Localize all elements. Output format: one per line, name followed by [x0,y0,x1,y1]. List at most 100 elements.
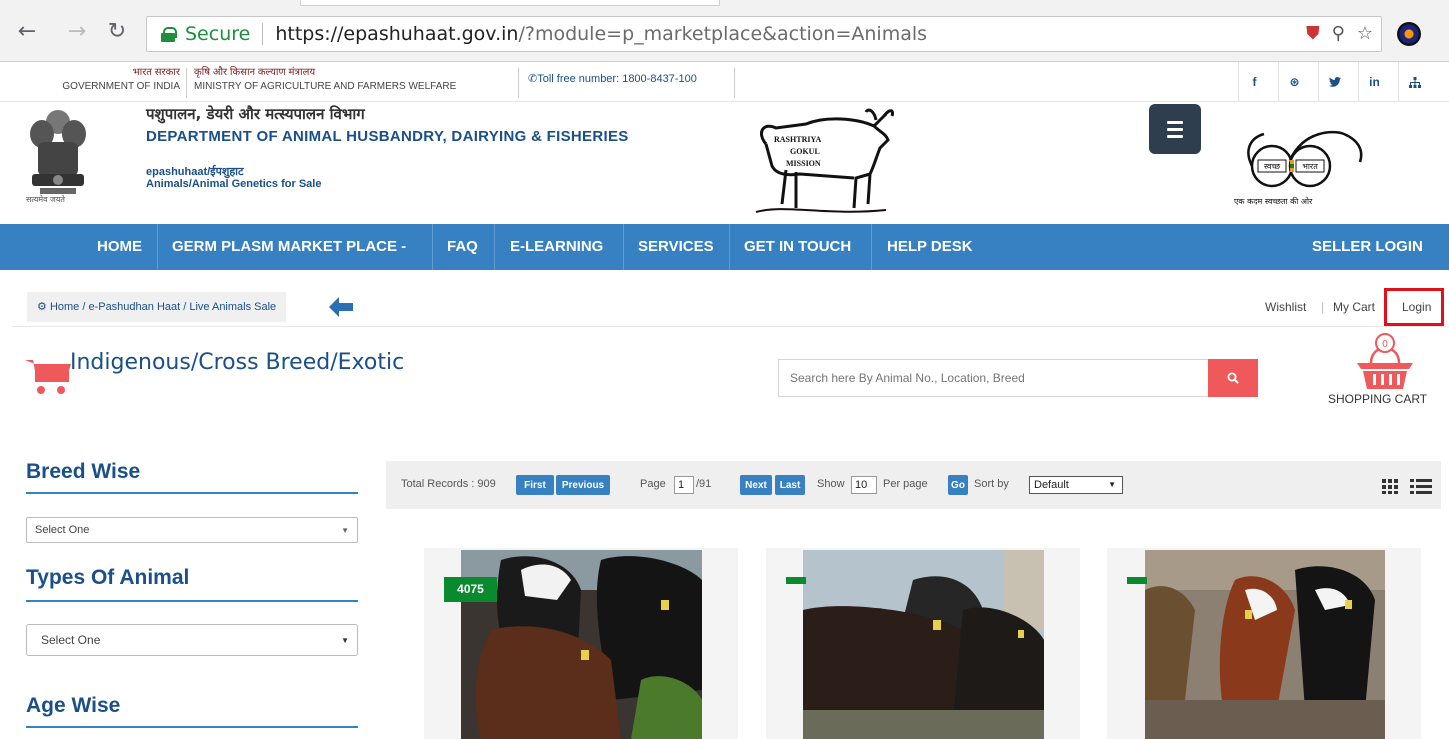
shopping-basket-icon[interactable]: 0 [1355,333,1415,391]
ministry-hindi: कृषि और किसान कल्याण मंत्रालय [194,67,316,78]
facebook-icon[interactable]: f [1238,62,1270,102]
page-total: /91 [696,478,712,490]
page-number-input[interactable]: 1 [674,476,694,494]
per-page-input[interactable]: 10 [851,476,877,494]
back-icon[interactable]: ← [14,18,40,44]
url-host: https://epashuhaat.gov.in [275,23,519,45]
swachh-bharat-logo[interactable]: स्वच्छ भारत एक कदम स्वच्छता की ओर [1234,130,1374,210]
animal-photo[interactable] [803,550,1044,739]
animal-type-select[interactable]: Select One ▼ [26,624,358,656]
animal-photo[interactable] [1145,550,1385,739]
wishlist-link[interactable]: Wishlist [1265,300,1306,314]
ministry[interactable]: कृषि और किसान कल्याण मंत्रालय MINISTRY O… [194,66,456,94]
page-label: Page [640,478,666,490]
sort-select[interactable]: Default ▼ [1029,476,1123,494]
rashtriya-gokul-mission-logo[interactable]: RASHTRIYA GOKUL MISSION [746,104,896,220]
zoom-icon[interactable]: ⚲ [1332,23,1345,44]
rgm-line-1: RASHTRIYA [774,135,821,144]
blocked-popup-icon[interactable]: ⛊ [1306,23,1320,44]
department-hindi: पशुपालन, डेयरी और मत्स्यपालन विभाग [146,105,365,123]
sort-select-value: Default [1034,479,1069,491]
go-button[interactable]: Go [948,475,968,495]
department-english[interactable]: DEPARTMENT OF ANIMAL HUSBANDRY, DAIRYING… [146,128,629,145]
previous-page-button[interactable]: Previous [556,475,610,495]
bookmark-star-icon[interactable]: ☆ [1357,23,1373,44]
breed-select-value: Select One [35,524,90,536]
nav-get-in-touch[interactable]: GET IN TOUCH [744,224,851,270]
government-of-india[interactable]: भारत सरकार GOVERNMENT OF INDIA [34,66,180,94]
divider [26,492,358,494]
divider [734,68,735,98]
animal-number-tag: 4075 [444,577,497,602]
nav-germ-plasm-market-place[interactable]: GERM PLASM MARKET PLACE - [172,224,406,270]
next-page-button[interactable]: Next [740,475,772,495]
reload-icon[interactable]: ↻ [104,18,130,44]
emblem-caption: सत्यमेव जयते [26,195,65,204]
back-arrow-icon[interactable] [328,296,354,318]
url-text[interactable]: https://epashuhaat.gov.in/?module=p_mark… [275,23,927,45]
dribbble-icon[interactable]: ⊛ [1278,62,1310,102]
tollfree-text: Toll free number: 1800-8437-100 [537,73,697,85]
nav-faq[interactable]: FAQ [447,224,478,270]
types-of-animal-heading: Types Of Animal [26,566,190,589]
extension-icon[interactable] [1397,22,1421,46]
gov-english: GOVERNMENT OF INDIA [62,81,180,92]
first-page-button[interactable]: First [516,475,554,495]
nav-e-learning[interactable]: E-LEARNING [510,224,603,270]
swachh-caption: एक कदम स्वच्छता की ओर [1234,196,1313,206]
twitter-icon[interactable] [1318,62,1350,102]
breadcrumb[interactable]: ⚙ Home / e-Pashudhan Haat / Live Animals… [27,292,287,322]
nav-home[interactable]: HOME [97,224,142,270]
address-bar[interactable]: Secure https://epashuhaat.gov.in/?module… [146,16,1382,52]
forward-icon[interactable]: → [64,18,90,44]
browser-chrome: ← → ↻ Secure https://epashuhaat.gov.in/?… [0,0,1449,62]
divider [26,726,358,728]
browser-tab[interactable] [300,0,720,6]
secure-label: Secure [185,23,251,45]
search-button[interactable] [1208,359,1258,397]
url-path: /?module=p_marketplace&action=Animals [518,23,928,45]
nav-divider [494,224,495,270]
dashboard-icon: ⚙ [37,301,47,313]
breed-wise-heading: Breed Wise [26,460,141,483]
menu-toggle-button[interactable] [1149,104,1201,154]
lock-icon [161,27,177,42]
breed-select[interactable]: Select One ▼ [26,517,358,543]
hamburger-bar [1167,120,1183,124]
last-page-button[interactable]: Last [775,475,805,495]
linkedin-icon[interactable]: in [1358,62,1390,102]
view-toggle [1382,479,1432,494]
list-view-icon[interactable] [1410,479,1432,494]
divider [26,600,358,602]
search-input[interactable] [778,359,1209,397]
swachh-left-text: स्वच्छ [1264,162,1281,171]
nav-services[interactable]: SERVICES [638,224,714,270]
national-emblem-icon[interactable] [22,108,94,198]
nav-divider [432,224,433,270]
divider [12,326,1449,327]
listing-toolbar: Total Records : 909 First Previous Page … [386,461,1441,509]
show-label: Show [817,478,845,490]
nav-divider [157,224,158,270]
age-wise-heading: Age Wise [26,694,121,717]
nav-divider [871,224,872,270]
rgm-line-3: MISSION [786,159,821,168]
rgm-line-2: GOKUL [790,147,820,156]
my-cart-link[interactable]: My Cart [1333,300,1375,314]
chevron-down-icon: ▼ [341,525,349,535]
gov-hindi: भारत सरकार [132,67,180,78]
site-identity: epashuhaat/ईपशुहाट Animals/Animal Geneti… [146,166,321,190]
divider [186,68,187,98]
seller-login-link[interactable]: SELLER LOGIN [1312,224,1423,270]
nav-help-desk[interactable]: HELP DESK [887,224,973,270]
hamburger-bar [1167,134,1183,138]
shopping-cart-icon [25,360,71,394]
animal-photo[interactable] [461,550,702,739]
breadcrumb-text: Home / e-Pashudhan Haat / Live Animals S… [49,301,277,313]
address-bar-icons: ⛊ ⚲ ☆ [1306,23,1373,44]
address-separator [262,23,264,45]
sitemap-icon[interactable] [1398,62,1430,102]
per-page-label: Per page [883,478,928,490]
grid-view-icon[interactable] [1382,479,1398,494]
shopping-cart-label[interactable]: SHOPPING CART [1328,392,1427,406]
